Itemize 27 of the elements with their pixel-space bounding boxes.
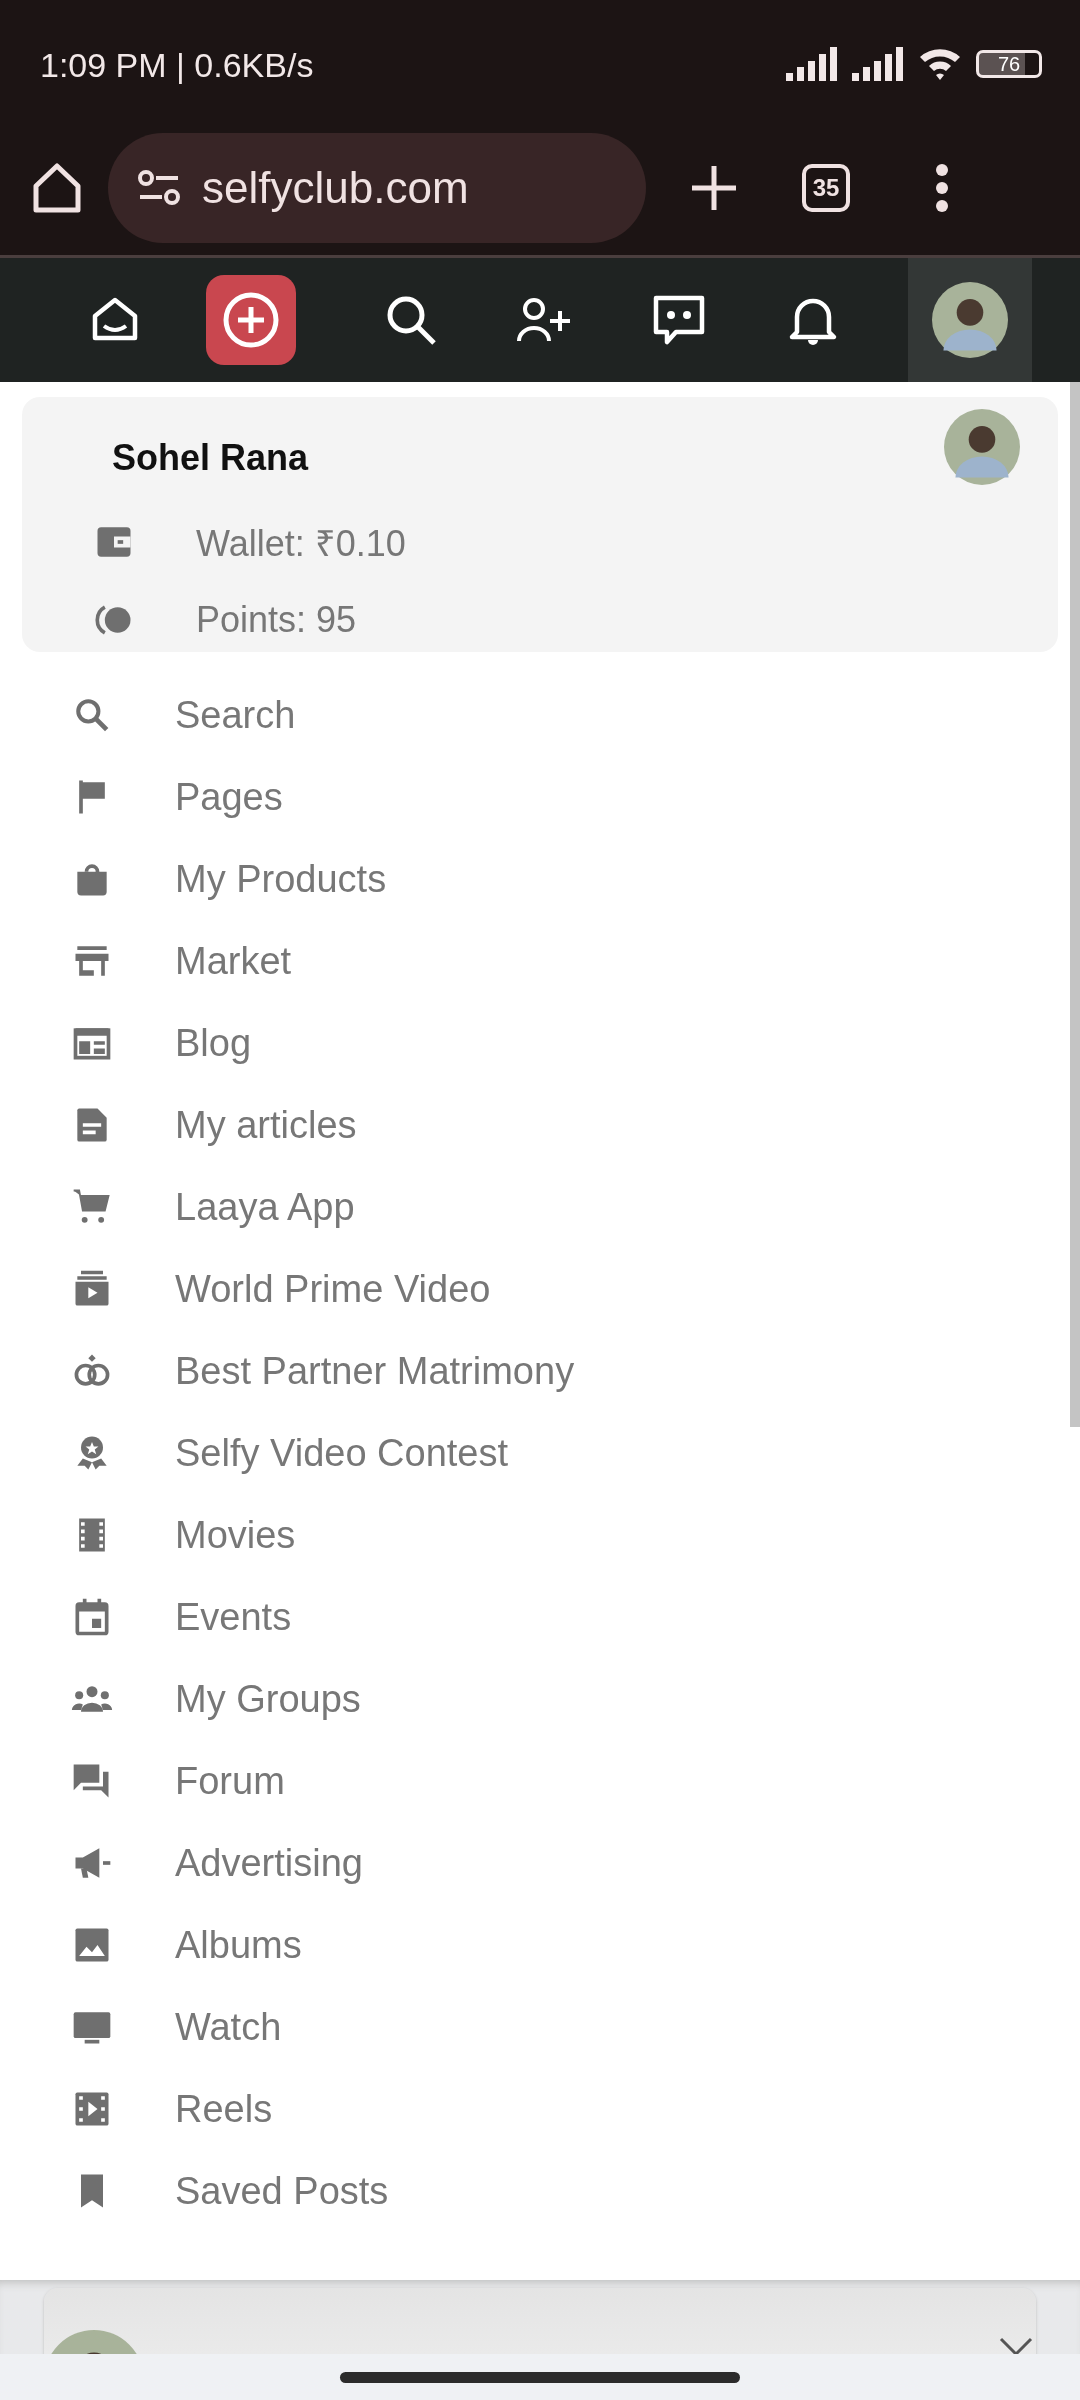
menu-item[interactable]: Advertising bbox=[70, 1822, 363, 1904]
menu-item[interactable]: My articles bbox=[70, 1084, 357, 1166]
menu-item[interactable]: Movies bbox=[70, 1494, 296, 1576]
menu-item[interactable]: Reels bbox=[70, 2068, 273, 2150]
address-bar[interactable]: selfyclub.com bbox=[108, 132, 646, 243]
url-text: selfyclub.com bbox=[202, 162, 469, 213]
tab-count-button[interactable]: 35 bbox=[802, 163, 850, 212]
menu-item[interactable]: Saved Posts bbox=[70, 2150, 389, 2232]
menu-item[interactable]: Watch bbox=[70, 1986, 282, 2068]
menu-item[interactable]: Pages bbox=[70, 756, 283, 838]
menu-item[interactable]: Market bbox=[70, 920, 292, 1002]
menu-item[interactable]: My Products bbox=[70, 838, 387, 920]
user-name: Sohel Rana bbox=[112, 437, 309, 479]
menu-item[interactable]: World Prime Video bbox=[70, 1248, 491, 1330]
menu-item[interactable]: Events bbox=[70, 1576, 292, 1658]
menu-item[interactable]: Forum bbox=[70, 1740, 285, 1822]
menu-item[interactable]: Laaya App bbox=[70, 1166, 355, 1248]
menu-item[interactable]: Albums bbox=[70, 1904, 302, 1986]
menu-item[interactable]: Search bbox=[70, 674, 296, 756]
menu-item[interactable]: Blog bbox=[70, 1002, 252, 1084]
points-balance: Points: 95 bbox=[196, 599, 357, 641]
battery-icon: 76 bbox=[976, 50, 1042, 78]
wallet-balance: Wallet: ₹0.10 bbox=[196, 521, 406, 566]
menu-item[interactable]: My Groups bbox=[70, 1658, 361, 1740]
menu-item[interactable]: Selfy Video Contest bbox=[70, 1412, 509, 1494]
status-time: 1:09 PM | 0.6KB/s bbox=[40, 44, 315, 85]
menu-item[interactable]: Best Partner Matrimony bbox=[70, 1330, 575, 1412]
